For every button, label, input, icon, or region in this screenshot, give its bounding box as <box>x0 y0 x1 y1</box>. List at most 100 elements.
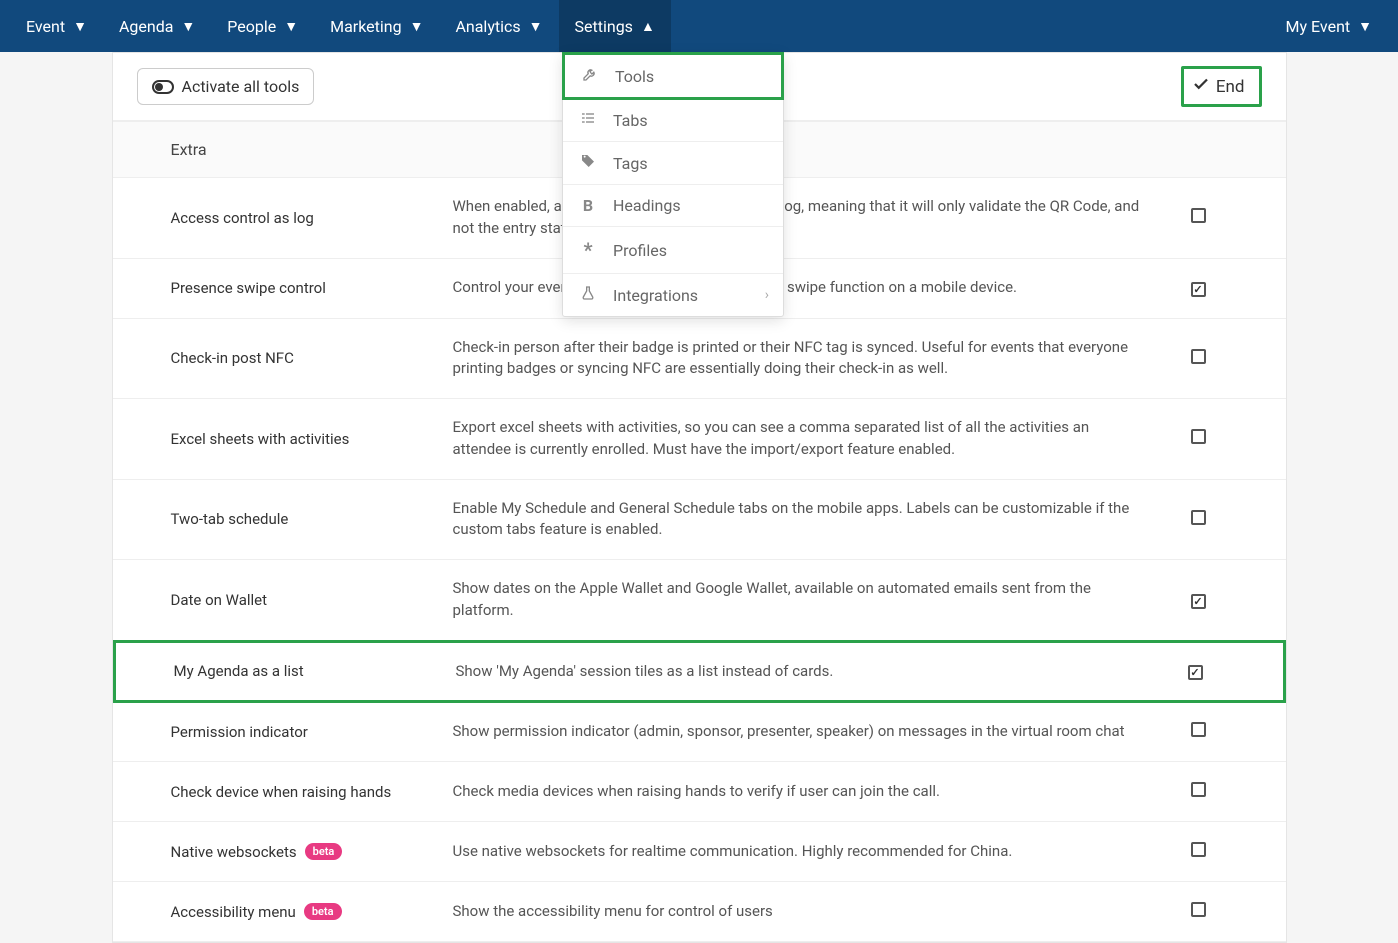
chevron-down-icon: ▼ <box>1358 18 1372 35</box>
row-checkbox-cell <box>1191 902 1286 921</box>
dropdown-tags[interactable]: Tags <box>563 142 783 185</box>
nav-marketing[interactable]: Marketing ▼ <box>314 0 439 52</box>
row-name: Native websockets beta <box>113 843 453 861</box>
row-description: Show permission indicator (admin, sponso… <box>453 721 1191 743</box>
row-description: Use native websockets for realtime commu… <box>453 841 1191 863</box>
bold-icon: B <box>579 196 597 215</box>
row-checkbox[interactable] <box>1191 842 1206 857</box>
row-name-text: Access control as log <box>171 209 314 227</box>
dropdown-tools[interactable]: Tools <box>562 52 784 100</box>
row-name-text: Native websockets <box>171 843 297 861</box>
row-name: Check device when raising hands <box>113 783 453 801</box>
chevron-down-icon: ▼ <box>410 18 424 35</box>
row-checkbox[interactable] <box>1191 594 1206 609</box>
row-description: Check-in person after their badge is pri… <box>453 337 1191 381</box>
row-checkbox[interactable] <box>1191 902 1206 917</box>
row-checkbox-cell <box>1191 349 1286 368</box>
row-checkbox-cell <box>1191 208 1286 227</box>
row-checkbox[interactable] <box>1191 282 1206 297</box>
nav-label: Settings <box>575 17 633 36</box>
nav-label: My Event <box>1286 17 1351 36</box>
row-checkbox[interactable] <box>1191 208 1206 223</box>
row-name-text: Date on Wallet <box>171 591 268 609</box>
nav-people[interactable]: People ▼ <box>211 0 314 52</box>
settings-row: Native websockets beta Use native websocke… <box>113 822 1286 882</box>
settings-row: My Agenda as a list Show 'My Agenda' sess… <box>113 640 1286 704</box>
nav-left: Event ▼ Agenda ▼ People ▼ Marketing ▼ An… <box>10 0 1270 52</box>
row-name-text: Permission indicator <box>171 723 308 741</box>
dropdown-label: Headings <box>613 196 681 215</box>
row-name-text: Accessibility menu <box>171 903 296 921</box>
row-checkbox[interactable] <box>1191 782 1206 797</box>
nav-right: My Event ▼ <box>1270 0 1388 52</box>
dropdown-label: Tabs <box>613 111 648 130</box>
row-checkbox-cell <box>1191 722 1286 741</box>
row-name-text: Excel sheets with activities <box>171 430 350 448</box>
end-button[interactable]: End <box>1181 66 1262 107</box>
row-name: Permission indicator <box>113 723 453 741</box>
settings-row: Check device when raising handsCheck med… <box>113 762 1286 822</box>
row-name: Check-in post NFC <box>113 349 453 367</box>
row-checkbox[interactable] <box>1191 510 1206 525</box>
dropdown-headings[interactable]: B Headings <box>563 185 783 227</box>
wrench-icon <box>581 66 599 86</box>
settings-row: Date on WalletShow dates on the Apple Wa… <box>113 560 1286 641</box>
top-nav: Event ▼ Agenda ▼ People ▼ Marketing ▼ An… <box>0 0 1398 52</box>
nav-event[interactable]: Event ▼ <box>10 0 103 52</box>
nav-label: Analytics <box>455 17 520 36</box>
chevron-up-icon: ▲ <box>641 18 655 35</box>
nav-agenda[interactable]: Agenda ▼ <box>103 0 211 52</box>
list-icon <box>579 110 597 130</box>
beta-badge: beta <box>304 903 342 920</box>
chevron-down-icon: ▼ <box>73 18 87 35</box>
dropdown-label: Integrations <box>613 286 698 305</box>
row-checkbox-cell <box>1191 510 1286 529</box>
settings-row: Two-tab scheduleEnable My Schedule and G… <box>113 480 1286 561</box>
row-name: Accessibility menu beta <box>113 903 453 921</box>
activate-label: Activate all tools <box>182 77 300 96</box>
nav-my-event[interactable]: My Event ▼ <box>1270 0 1388 52</box>
row-checkbox-cell <box>1191 429 1286 448</box>
dropdown-integrations[interactable]: Integrations › <box>563 274 783 316</box>
settings-dropdown: Tools Tabs Tags B Headings * Profiles In… <box>562 52 784 317</box>
nav-label: Event <box>26 17 65 36</box>
dropdown-label: Tools <box>615 67 654 86</box>
row-name-text: Check device when raising hands <box>171 783 392 801</box>
flask-icon <box>579 285 597 305</box>
row-name: Presence swipe control <box>113 279 453 297</box>
dropdown-label: Tags <box>613 154 648 173</box>
chevron-right-icon: › <box>765 287 769 303</box>
check-icon <box>1192 75 1210 98</box>
row-checkbox[interactable] <box>1191 349 1206 364</box>
row-name-text: Check-in post NFC <box>171 349 294 367</box>
end-label: End <box>1216 77 1245 97</box>
row-checkbox[interactable] <box>1191 722 1206 737</box>
row-name: Date on Wallet <box>113 591 453 609</box>
dropdown-profiles[interactable]: * Profiles <box>563 227 783 274</box>
row-checkbox-cell <box>1191 782 1286 801</box>
row-name: Excel sheets with activities <box>113 430 453 448</box>
settings-row: Check-in post NFC Check-in person after t… <box>113 319 1286 400</box>
nav-analytics[interactable]: Analytics ▼ <box>439 0 558 52</box>
asterisk-icon: * <box>579 238 597 262</box>
row-description: Show the accessibility menu for control … <box>453 901 1191 923</box>
activate-all-tools-button[interactable]: Activate all tools <box>137 68 315 105</box>
row-checkbox-cell <box>1188 662 1283 680</box>
nav-settings[interactable]: Settings ▲ <box>559 0 671 52</box>
nav-label: Marketing <box>330 17 401 36</box>
chevron-down-icon: ▼ <box>284 18 298 35</box>
beta-badge: beta <box>305 843 343 860</box>
row-name: Two-tab schedule <box>113 510 453 528</box>
row-name-text: My Agenda as a list <box>174 662 304 680</box>
row-description: Show 'My Agenda' session tiles as a list… <box>456 661 1188 683</box>
settings-row: Excel sheets with activities Export excel… <box>113 399 1286 480</box>
dropdown-tabs[interactable]: Tabs <box>563 99 783 142</box>
row-description: Export excel sheets with activities, so … <box>453 417 1191 461</box>
chevron-down-icon: ▼ <box>529 18 543 35</box>
nav-label: Agenda <box>119 17 173 36</box>
row-checkbox[interactable] <box>1191 429 1206 444</box>
row-name-text: Presence swipe control <box>171 279 326 297</box>
row-checkbox-cell <box>1191 279 1286 297</box>
row-checkbox[interactable] <box>1188 665 1203 680</box>
row-checkbox-cell <box>1191 591 1286 609</box>
